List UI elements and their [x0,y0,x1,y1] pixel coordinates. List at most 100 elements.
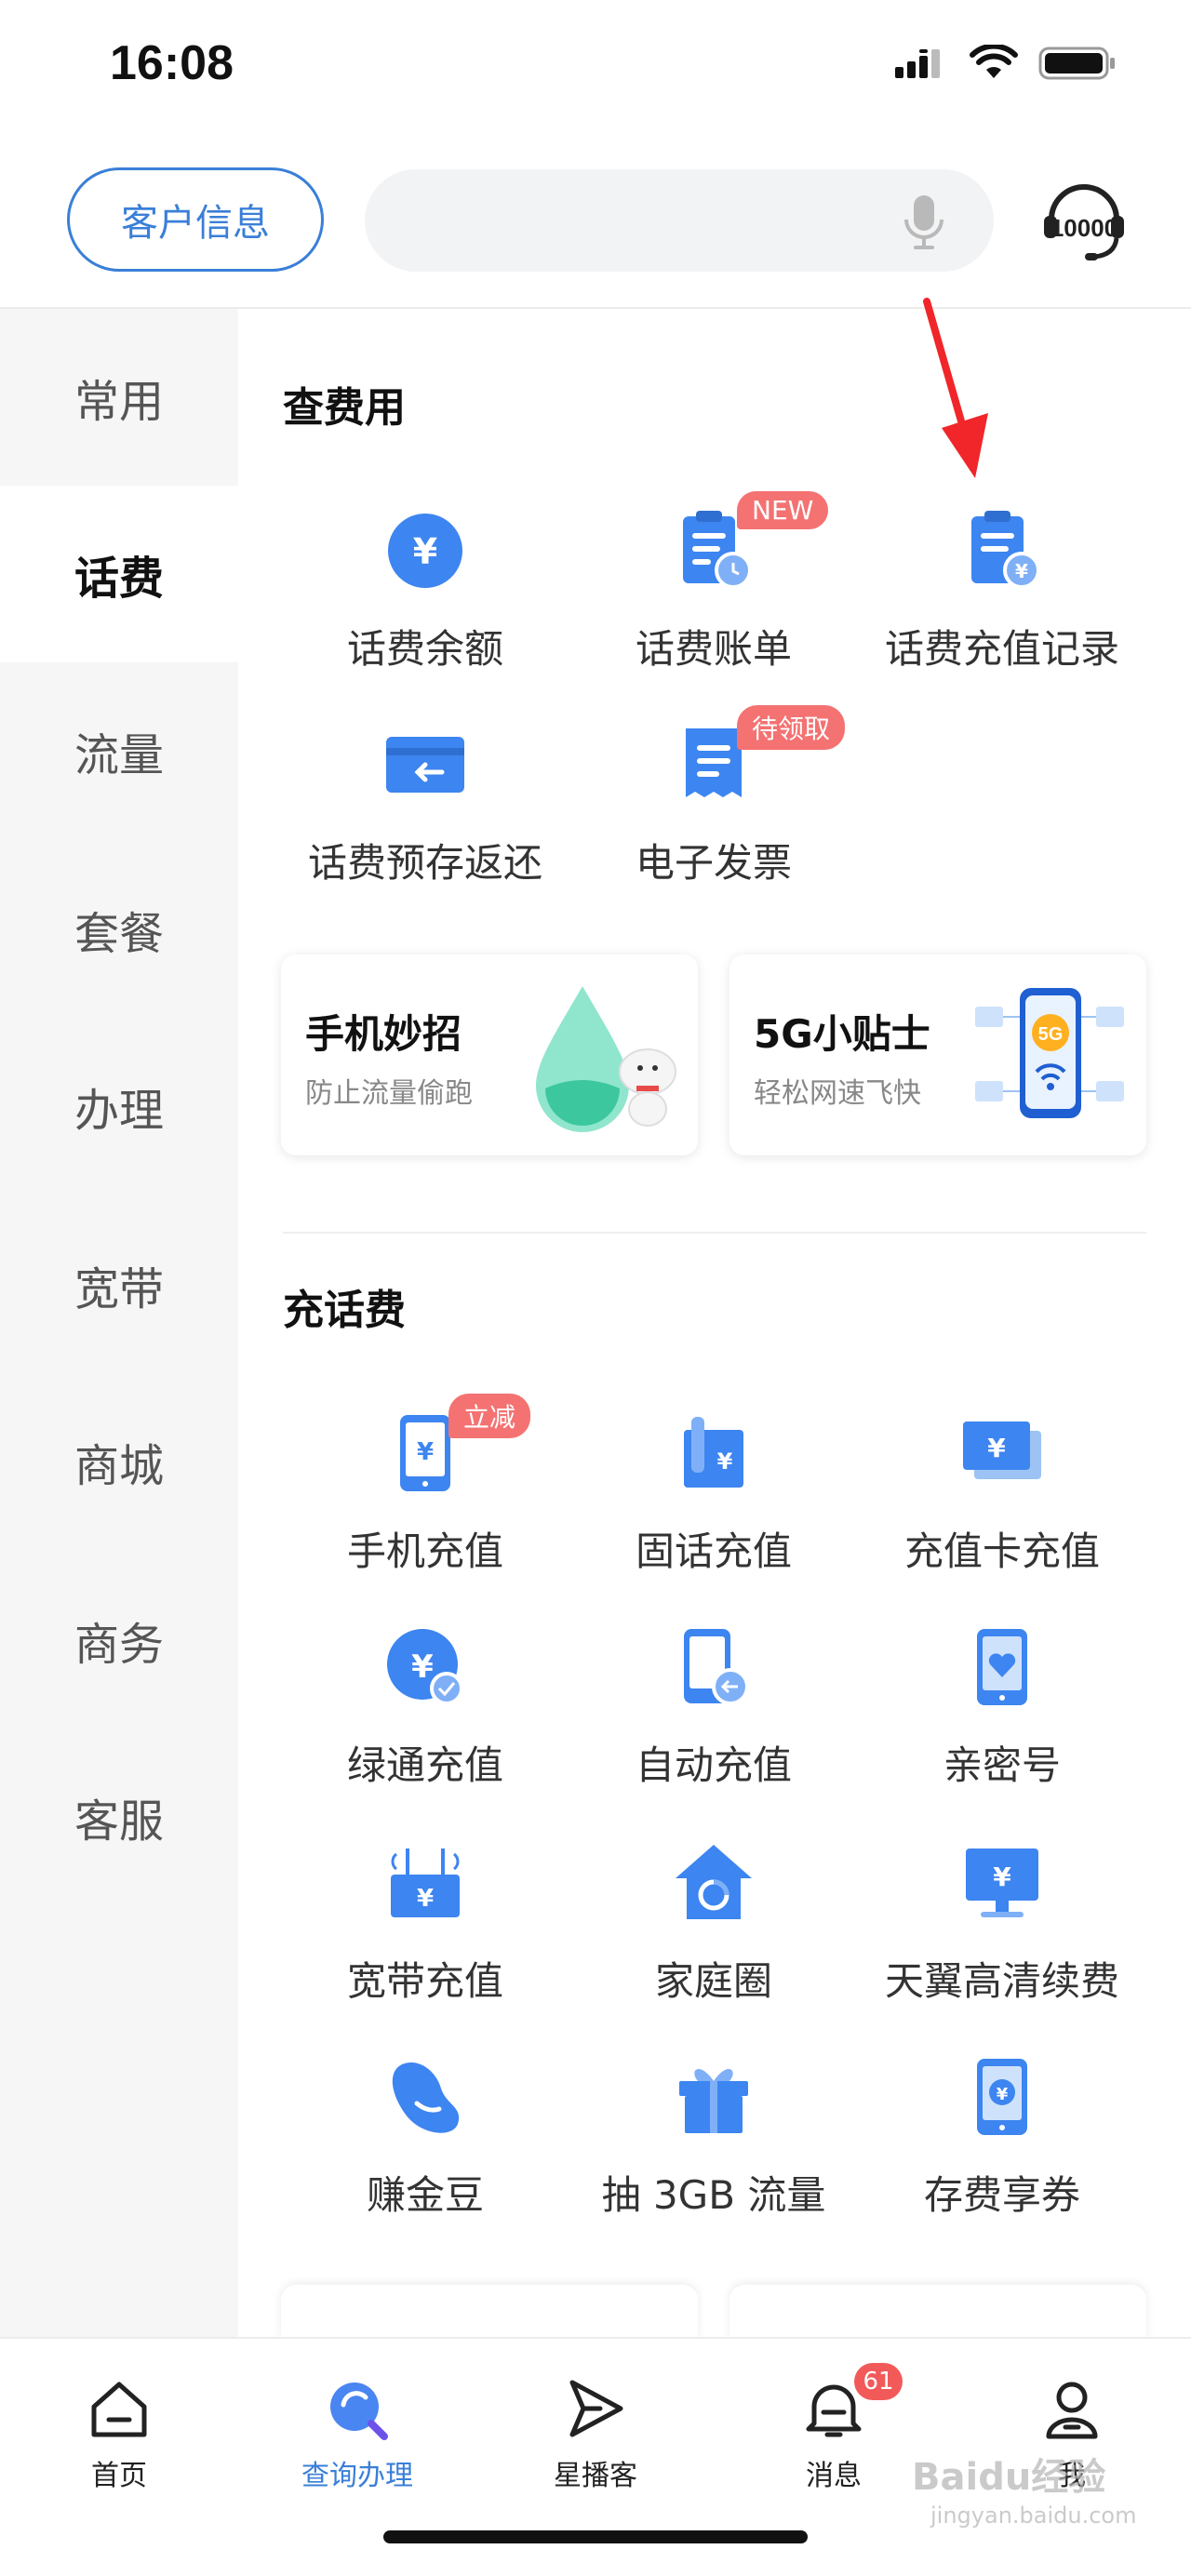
intimate-number-item[interactable]: 亲密号 [858,1621,1146,1825]
router-icon: ¥ [379,1836,472,1929]
mobile-recharge-item[interactable]: ¥ 立减 手机充值 [281,1394,569,1611]
svg-text:¥: ¥ [417,1885,434,1913]
card-recharge-item[interactable]: ¥ 充值卡充值 [858,1407,1146,1611]
section-title-recharge: 充话费 [283,1287,406,1334]
draw-3gb-item[interactable]: 抽 3GB 流量 [569,2050,858,2255]
search-input[interactable] [365,169,994,272]
svg-text:10000: 10000 [1050,214,1117,242]
tab-star-podcast[interactable]: 星播客 [476,2357,715,2497]
auto-recharge-item[interactable]: 自动充值 [569,1621,858,1825]
watermark-brand: Baidu经验 [912,2456,1106,2499]
tab-home[interactable]: 首页 [0,2357,238,2497]
sidebar-item-package[interactable]: 套餐 [0,841,238,1018]
broadband-recharge-item[interactable]: ¥ 宽带充值 [281,1836,569,2041]
promo-card-partial[interactable] [729,2285,1146,2341]
e-invoice-label: 电子发票 [635,840,792,886]
sidebar-item-mall[interactable]: 商城 [0,1373,238,1550]
tab-label: 星播客 [554,2460,637,2492]
svg-text:¥: ¥ [987,1433,1006,1463]
main-content: 查费用 ¥ 话费余额 NEW 话费账单 ¥ 话费充值记录 话费预存返还 待领取 … [238,309,1191,2341]
auto-recharge-icon [667,1621,760,1714]
deposit-coupon-item[interactable]: ¥ 存费享券 [858,2050,1146,2255]
svg-text:¥: ¥ [717,1448,733,1475]
earn-beans-item[interactable]: 赚金豆 [281,2050,569,2255]
recharge-card-icon: ¥ [956,1407,1049,1500]
prestore-return-item[interactable]: 话费预存返还 [281,718,569,923]
family-circle-item[interactable]: 家庭圈 [569,1836,858,2041]
wifi-icon [970,45,1018,78]
promo-card-partial[interactable] [281,2285,698,2341]
fee-bill-item[interactable]: NEW 话费账单 [569,491,858,709]
phone-coupon-icon: ¥ [956,2050,1049,2143]
sidebar-item-handle[interactable]: 办理 [0,1018,238,1195]
yuan-coin-icon: ¥ [379,504,472,597]
tab-query-handle[interactable]: 查询办理 [238,2357,476,2497]
heart-phone-icon [956,1621,1049,1714]
intimate-number-label: 亲密号 [943,1742,1061,1788]
landline-recharge-item[interactable]: ¥ 固话充值 [569,1407,858,1611]
battery-icon [1038,47,1115,80]
person-icon [1035,2372,1109,2447]
tab-label: 首页 [91,2460,147,2492]
customer-service-10000-icon[interactable]: 10000 [1042,175,1126,272]
fee-balance-label: 话费余额 [346,626,503,672]
sidebar-item-data[interactable]: 流量 [0,662,238,839]
microphone-icon[interactable] [901,194,947,251]
5g-phone-icon: 5G [975,988,1124,1118]
prestore-return-label: 话费预存返还 [307,840,542,886]
card-recharge-label: 充值卡充值 [903,1528,1100,1574]
fee-balance-item[interactable]: ¥ 话费余额 [281,504,569,709]
landline-recharge-label: 固话充值 [635,1528,792,1574]
annotation-arrow-icon [923,298,988,478]
home-indicator [383,2530,808,2543]
broadband-recharge-label: 宽带充值 [346,1958,503,2004]
promo-card-5g-tips[interactable]: 5G小贴士 轻松网速飞快 5G [729,954,1146,1155]
svg-text:¥: ¥ [993,1862,1011,1892]
landline-icon: ¥ [667,1407,760,1500]
section-divider [283,1232,1146,1234]
badge-to-claim: 待领取 [737,705,846,750]
watermark-url: jingyan.baidu.com [930,2503,1137,2529]
mobile-recharge-label: 手机充值 [346,1528,503,1574]
svg-text:¥: ¥ [1015,560,1028,582]
promo-card-phone-tips[interactable]: 手机妙招 防止流量偷跑 [281,954,698,1155]
water-drop-mascot-icon [536,986,676,1132]
tab-label: 查询办理 [301,2460,413,2492]
sidebar-item-phone-fee[interactable]: 话费 [0,486,238,662]
tv-renewal-label: 天翼高清续费 [884,1958,1119,2004]
e-invoice-item[interactable]: 待领取 电子发票 [569,705,858,923]
recharge-record-item[interactable]: ¥ 话费充值记录 [858,504,1146,709]
green-channel-item[interactable]: ¥ 绿通充值 [281,1621,569,1825]
section-title-check-fees: 查费用 [283,384,406,432]
play-triangle-icon [558,2372,633,2447]
tv-renewal-item[interactable]: ¥ 天翼高清续费 [858,1836,1146,2041]
auto-recharge-label: 自动充值 [635,1742,792,1788]
svg-text:¥: ¥ [417,1438,434,1466]
earn-beans-label: 赚金豆 [366,2172,484,2218]
deposit-coupon-label: 存费享券 [923,2172,1080,2218]
bean-icon [379,2050,472,2143]
signal-icon [895,49,940,78]
badge-discount: 立减 [448,1394,531,1438]
recharge-record-icon: ¥ [956,504,1049,597]
promo-title: 5G小贴士 [754,1011,930,1057]
family-circle-label: 家庭圈 [654,1958,772,2004]
green-channel-label: 绿通充值 [346,1742,503,1788]
search-service-icon [320,2372,395,2447]
sidebar-item-common[interactable]: 常用 [0,309,238,486]
sidebar-item-business[interactable]: 商务 [0,1552,238,1728]
promo-subtitle: 防止流量偷跑 [305,1077,473,1110]
sidebar-item-service[interactable]: 客服 [0,1728,238,1905]
gift-icon [667,2050,760,2143]
message-count-badge: 61 [854,2363,903,2400]
status-bar: 16:08 [0,0,1191,130]
svg-text:5G: 5G [1038,1024,1064,1045]
status-time: 16:08 [110,36,234,90]
home-icon [82,2372,156,2447]
customer-info-button[interactable]: 客户信息 [67,167,324,272]
card-return-icon [379,718,472,811]
promo-subtitle: 轻松网速飞快 [754,1077,921,1110]
recharge-record-label: 话费充值记录 [884,626,1119,672]
sidebar-item-broadband[interactable]: 宽带 [0,1196,238,1373]
green-channel-icon: ¥ [379,1621,472,1714]
